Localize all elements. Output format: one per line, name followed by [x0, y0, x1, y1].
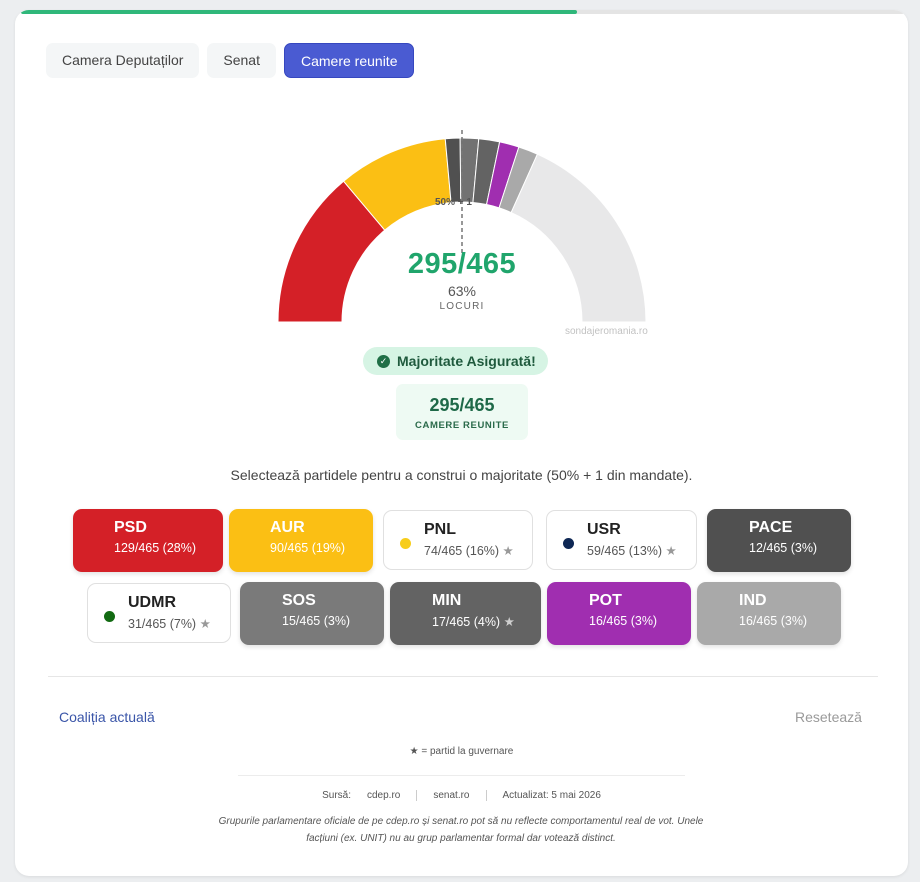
star-icon: ★ [665, 544, 677, 558]
party-button-sos[interactable]: SOS 15/465 (3%) [240, 582, 384, 645]
party-name: IND [739, 592, 767, 609]
majority-progress-bar [21, 10, 904, 14]
party-name: UDMR [128, 594, 176, 611]
party-button-aur[interactable]: AUR 90/465 (19%) [229, 509, 373, 572]
gauge-percent: 63% [447, 283, 477, 299]
party-button-psd[interactable]: PSD 129/465 (28%) [73, 509, 223, 572]
current-coalition-link[interactable]: Coaliția actuală [59, 709, 155, 725]
party-button-min[interactable]: MIN 17/465 (4%) ★ [390, 582, 541, 645]
party-name: PACE [749, 519, 793, 536]
party-color-dot [104, 611, 115, 622]
party-name: SOS [282, 592, 316, 609]
tab-camere-reunite[interactable]: Camere reunite [283, 43, 415, 78]
star-icon: ★ [503, 615, 515, 629]
party-seats: 15/465 (3%) [282, 614, 351, 628]
party-name: USR [587, 521, 621, 538]
majority-status-text: Majoritate Asigurată! [397, 353, 536, 369]
updated-date: Actualizat: 5 mai 2026 [502, 790, 601, 801]
gauge-unit-label: LOCURI [439, 301, 485, 312]
source-cdep-link[interactable]: cdep.ro [367, 790, 400, 801]
party-button-pace[interactable]: PACE 12/465 (3%) [707, 509, 851, 572]
gauge-center: 295/465 63% LOCURI [362, 248, 562, 312]
source-senat-link[interactable]: senat.ro [433, 790, 469, 801]
gauge-main-value: 295/465 [407, 248, 517, 280]
party-seats: 12/465 (3%) [749, 541, 818, 555]
seat-gauge: 50% + 1 295/465 63% LOCURI sondajeromani… [15, 100, 908, 340]
separator [416, 790, 418, 801]
star-legend-note: ★ = partid la guvernare [409, 746, 514, 757]
party-seats: 129/465 (28%) [114, 541, 197, 555]
footer-divider [238, 775, 685, 776]
party-button-ind[interactable]: IND 16/465 (3%) [697, 582, 841, 645]
reset-button[interactable]: Resetează [795, 709, 862, 725]
party-button-udmr[interactable]: UDMR 31/465 (7%) ★ [87, 583, 231, 643]
source-row: Sursă: cdep.ro senat.ro Actualizat: 5 ma… [15, 790, 908, 801]
party-button-pot[interactable]: POT 16/465 (3%) [547, 582, 691, 645]
party-seats: 90/465 (19%) [270, 541, 346, 555]
instruction-text: Selectează partidele pentru a construi o… [230, 467, 693, 483]
party-name: PNL [424, 521, 456, 538]
party-name: MIN [432, 592, 462, 609]
party-button-usr[interactable]: USR 59/465 (13%) ★ [546, 510, 697, 570]
party-button-pnl[interactable]: PNL 74/465 (16%) ★ [383, 510, 533, 570]
party-name: AUR [270, 519, 305, 536]
watermark: sondajeromania.ro [565, 326, 648, 337]
disclaimer-text: Grupurile parlamentare oficiale de pe cd… [218, 816, 704, 844]
star-icon: ★ [502, 544, 514, 558]
chamber-tabs: Camera Deputaților Senat Camere reunite [46, 43, 415, 78]
party-name: PSD [114, 519, 147, 536]
majority-status-badge: ✓ Majoritate Asigurată! [363, 347, 548, 375]
source-label: Sursă: [322, 790, 351, 801]
divider [48, 676, 878, 677]
tab-camera-deputatilor[interactable]: Camera Deputaților [46, 43, 200, 78]
star-icon: ★ [199, 617, 211, 631]
check-circle-icon: ✓ [377, 354, 390, 368]
main-card: Camera Deputaților Senat Camere reunite … [15, 10, 908, 876]
party-seats: 16/465 (3%) [589, 614, 658, 628]
party-color-dot [400, 538, 411, 549]
party-name: POT [589, 592, 622, 609]
separator [485, 790, 487, 801]
combined-seats-label: CAMERE REUNITE [415, 420, 509, 431]
combined-seats-value: 295/465 [429, 395, 495, 415]
party-color-dot [563, 538, 574, 549]
majority-marker-label: 50% + 1 [435, 197, 472, 208]
combined-seats-box: 295/465 CAMERE REUNITE [396, 384, 528, 440]
tab-senat[interactable]: Senat [207, 43, 276, 78]
party-seats: 16/465 (3%) [739, 614, 808, 628]
majority-progress-fill [21, 10, 578, 14]
party-seats: 17/465 (4%) ★ [432, 615, 515, 629]
